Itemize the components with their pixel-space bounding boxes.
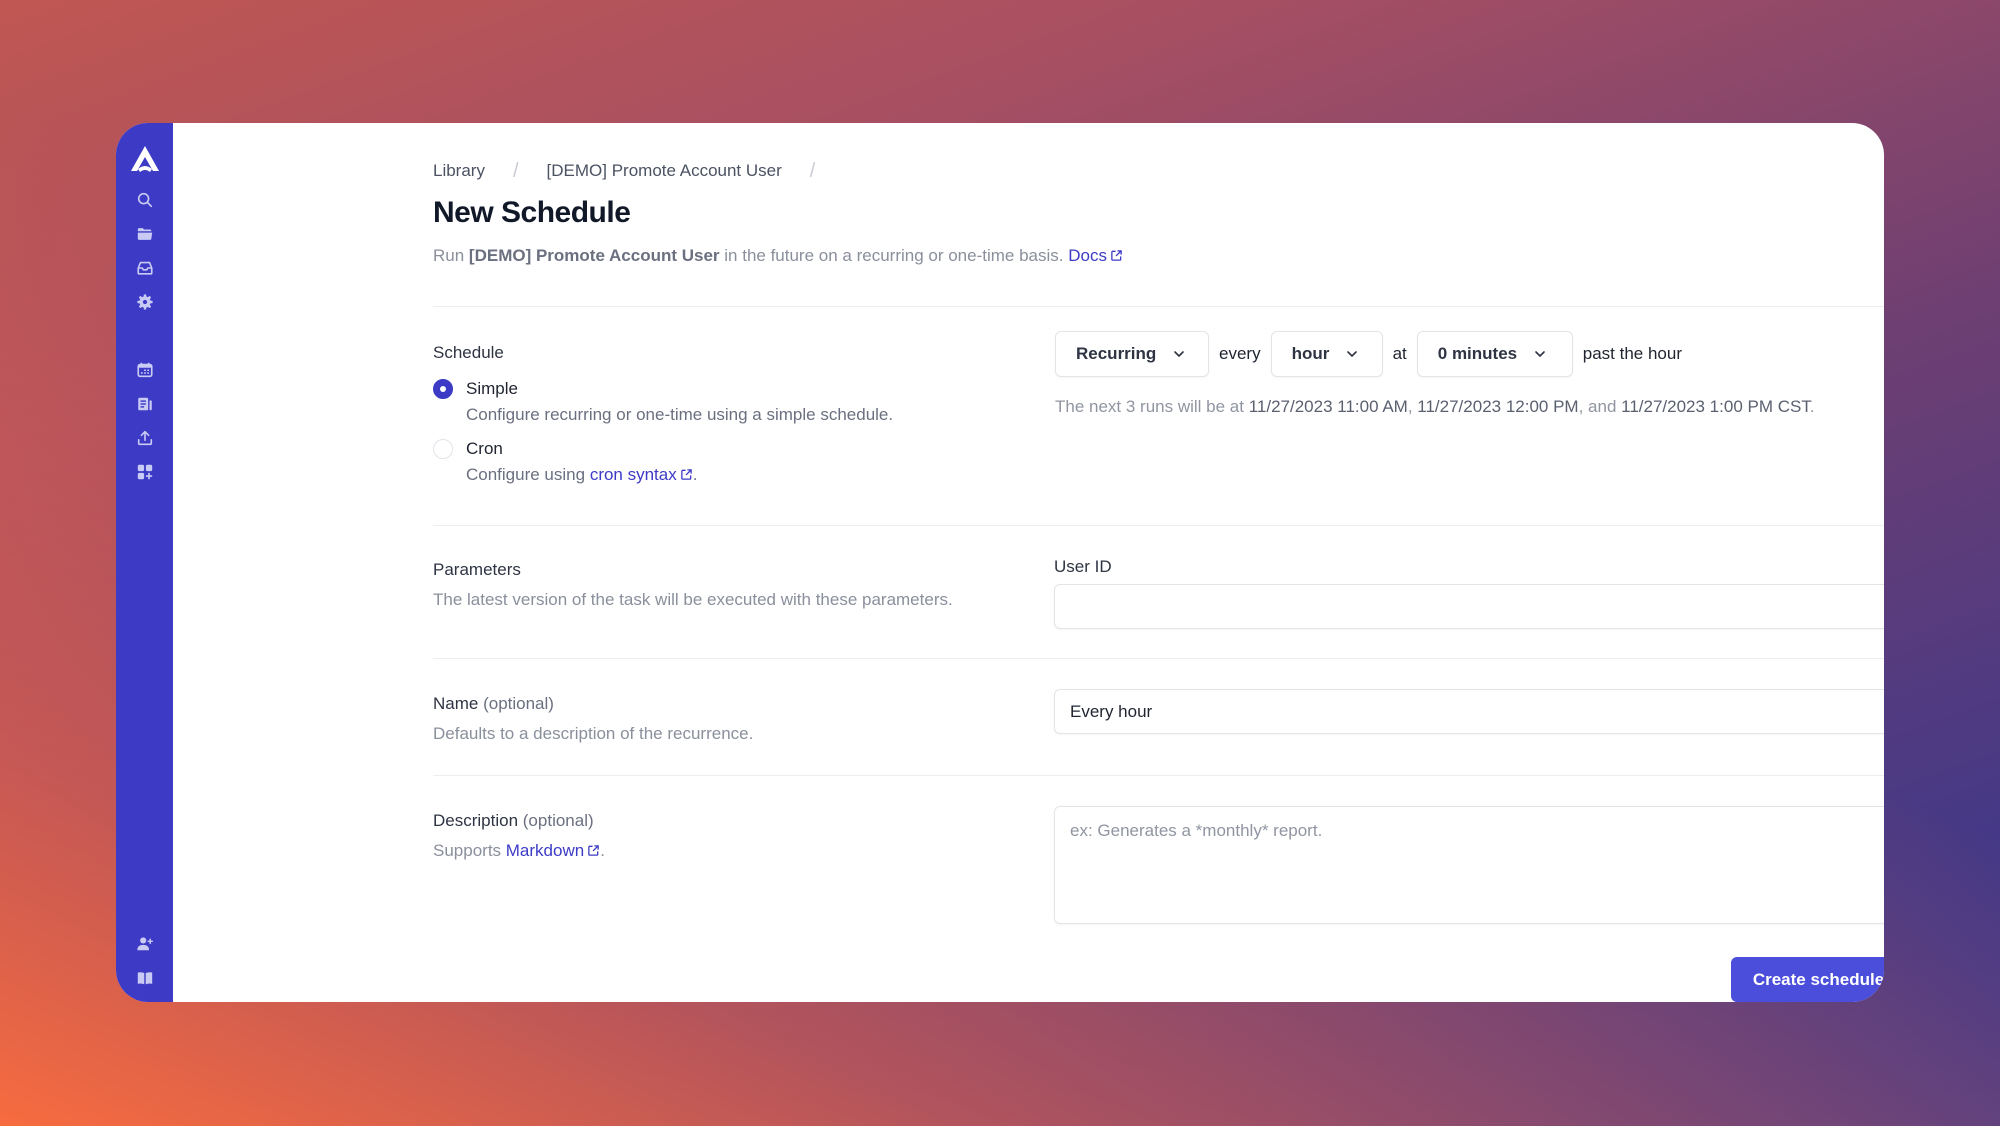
minutes-value: 0 minutes	[1437, 344, 1518, 363]
description-help-prefix: Supports	[433, 841, 506, 860]
description-label: Description (optional)	[433, 811, 1054, 831]
name-description: Defaults to a description of the recurre…	[433, 724, 754, 743]
runbook-icon[interactable]	[135, 394, 155, 414]
calendar-icon[interactable]	[135, 360, 155, 380]
create-schedule-button[interactable]: Create schedule	[1731, 957, 1884, 1002]
parameters-section: Parameters The latest version of the tas…	[433, 526, 1884, 658]
next-run-2: 11/27/2023 12:00 PM	[1417, 397, 1579, 416]
inbox-icon[interactable]	[135, 258, 155, 278]
at-label: at	[1392, 344, 1407, 363]
docs-link[interactable]: Docs	[1068, 246, 1123, 265]
next-run-1: 11/27/2023 11:00 AM	[1248, 397, 1408, 416]
parameters-description: The latest version of the task will be e…	[433, 590, 953, 609]
search-icon[interactable]	[135, 190, 155, 210]
cron-desc-suffix: .	[692, 465, 698, 484]
interval-select[interactable]: hour	[1270, 331, 1383, 377]
cron-radio[interactable]	[433, 439, 453, 459]
cron-desc-prefix: Configure using	[466, 465, 590, 484]
cron-syntax-label: cron syntax	[589, 465, 677, 484]
breadcrumb-task[interactable]: [DEMO] Promote Account User	[547, 161, 782, 181]
description-section: Description (optional) Supports Markdown…	[433, 776, 1884, 936]
external-link-icon	[588, 845, 599, 856]
name-label-text: Name	[433, 694, 479, 713]
chevron-down-icon	[1535, 351, 1545, 357]
radio-option-simple[interactable]: Simple Configure recurring or one-time u…	[433, 379, 1055, 425]
parameters-label: Parameters	[433, 560, 521, 579]
next-runs-prefix: The next 3 runs will be at	[1055, 397, 1249, 416]
main-content: Library / [DEMO] Promote Account User / …	[173, 123, 1884, 1002]
page-subtitle: Run [DEMO] Promote Account User in the f…	[433, 246, 1884, 266]
breadcrumb-separator: /	[512, 159, 519, 182]
user-id-label: User ID	[1054, 557, 1112, 576]
subtitle-suffix: in the future on a recurring or one-time…	[719, 246, 1069, 265]
breadcrumb: Library / [DEMO] Promote Account User /	[433, 160, 1884, 182]
next-runs-sep: ,	[1407, 397, 1418, 416]
next-run-3: 11/27/2023 1:00 PM CST	[1621, 397, 1810, 416]
description-help: Supports Markdown.	[433, 841, 1054, 861]
name-optional: (optional)	[478, 694, 554, 713]
simple-radio-description: Configure recurring or one-time using a …	[466, 405, 894, 424]
next-runs-end: .	[1809, 397, 1815, 416]
book-icon[interactable]	[135, 968, 155, 988]
schedule-form: Library / [DEMO] Promote Account User / …	[433, 123, 1884, 1002]
add-user-icon[interactable]	[135, 934, 155, 954]
name-label: Name (optional)	[433, 694, 1054, 714]
simple-radio[interactable]	[433, 379, 453, 399]
breadcrumb-separator: /	[809, 159, 816, 182]
past-the-hour-label: past the hour	[1582, 344, 1683, 363]
schedule-type-value: Recurring	[1076, 344, 1157, 363]
chevron-down-icon	[1347, 351, 1358, 357]
radio-option-cron[interactable]: Cron Configure using cron syntax.	[433, 439, 1055, 485]
interval-value: hour	[1291, 344, 1330, 363]
cron-syntax-link[interactable]: cron syntax	[590, 465, 693, 484]
description-label-text: Description	[433, 811, 519, 830]
docs-link-label: Docs	[1068, 246, 1107, 265]
cron-radio-description: Configure using cron syntax.	[466, 465, 697, 485]
chevron-down-icon	[1174, 351, 1185, 357]
schedule-controls: Recurring every hour at 0 minutes past t…	[1055, 331, 1884, 377]
simple-radio-label: Simple	[466, 379, 518, 398]
name-section: Name (optional) Defaults to a descriptio…	[433, 659, 1884, 775]
schedule-section: Schedule Simple Configure recurring or o…	[433, 307, 1884, 525]
schedule-type-select[interactable]: Recurring	[1055, 331, 1209, 377]
next-runs-sep: , and	[1578, 397, 1622, 416]
description-optional: (optional)	[518, 811, 594, 830]
cron-radio-label: Cron	[466, 439, 503, 458]
next-runs-text: The next 3 runs will be at 11/27/2023 11…	[1055, 397, 1884, 417]
external-link-icon	[680, 469, 692, 480]
upload-icon[interactable]	[135, 428, 155, 448]
breadcrumb-library[interactable]: Library	[433, 161, 485, 181]
folder-icon[interactable]	[135, 224, 155, 244]
app-window: Library / [DEMO] Promote Account User / …	[116, 123, 1884, 1002]
description-textarea[interactable]	[1054, 806, 1884, 924]
minutes-select[interactable]: 0 minutes	[1416, 331, 1573, 377]
every-label: every	[1219, 344, 1261, 363]
gear-icon[interactable]	[135, 292, 155, 312]
description-help-suffix: .	[600, 841, 605, 860]
subtitle-task-name: [DEMO] Promote Account User	[468, 246, 720, 265]
page-title: New Schedule	[433, 196, 631, 229]
subtitle-prefix: Run	[433, 246, 469, 265]
airplane-logo-icon[interactable]	[129, 145, 161, 173]
user-id-input[interactable]	[1054, 584, 1884, 629]
schedule-label: Schedule	[433, 343, 504, 362]
sidebar	[116, 123, 173, 1002]
add-widget-icon[interactable]	[135, 462, 155, 482]
markdown-link[interactable]: Markdown	[506, 841, 600, 860]
markdown-link-label: Markdown	[505, 841, 585, 860]
name-input[interactable]	[1054, 689, 1884, 734]
external-link-icon	[1111, 250, 1122, 261]
